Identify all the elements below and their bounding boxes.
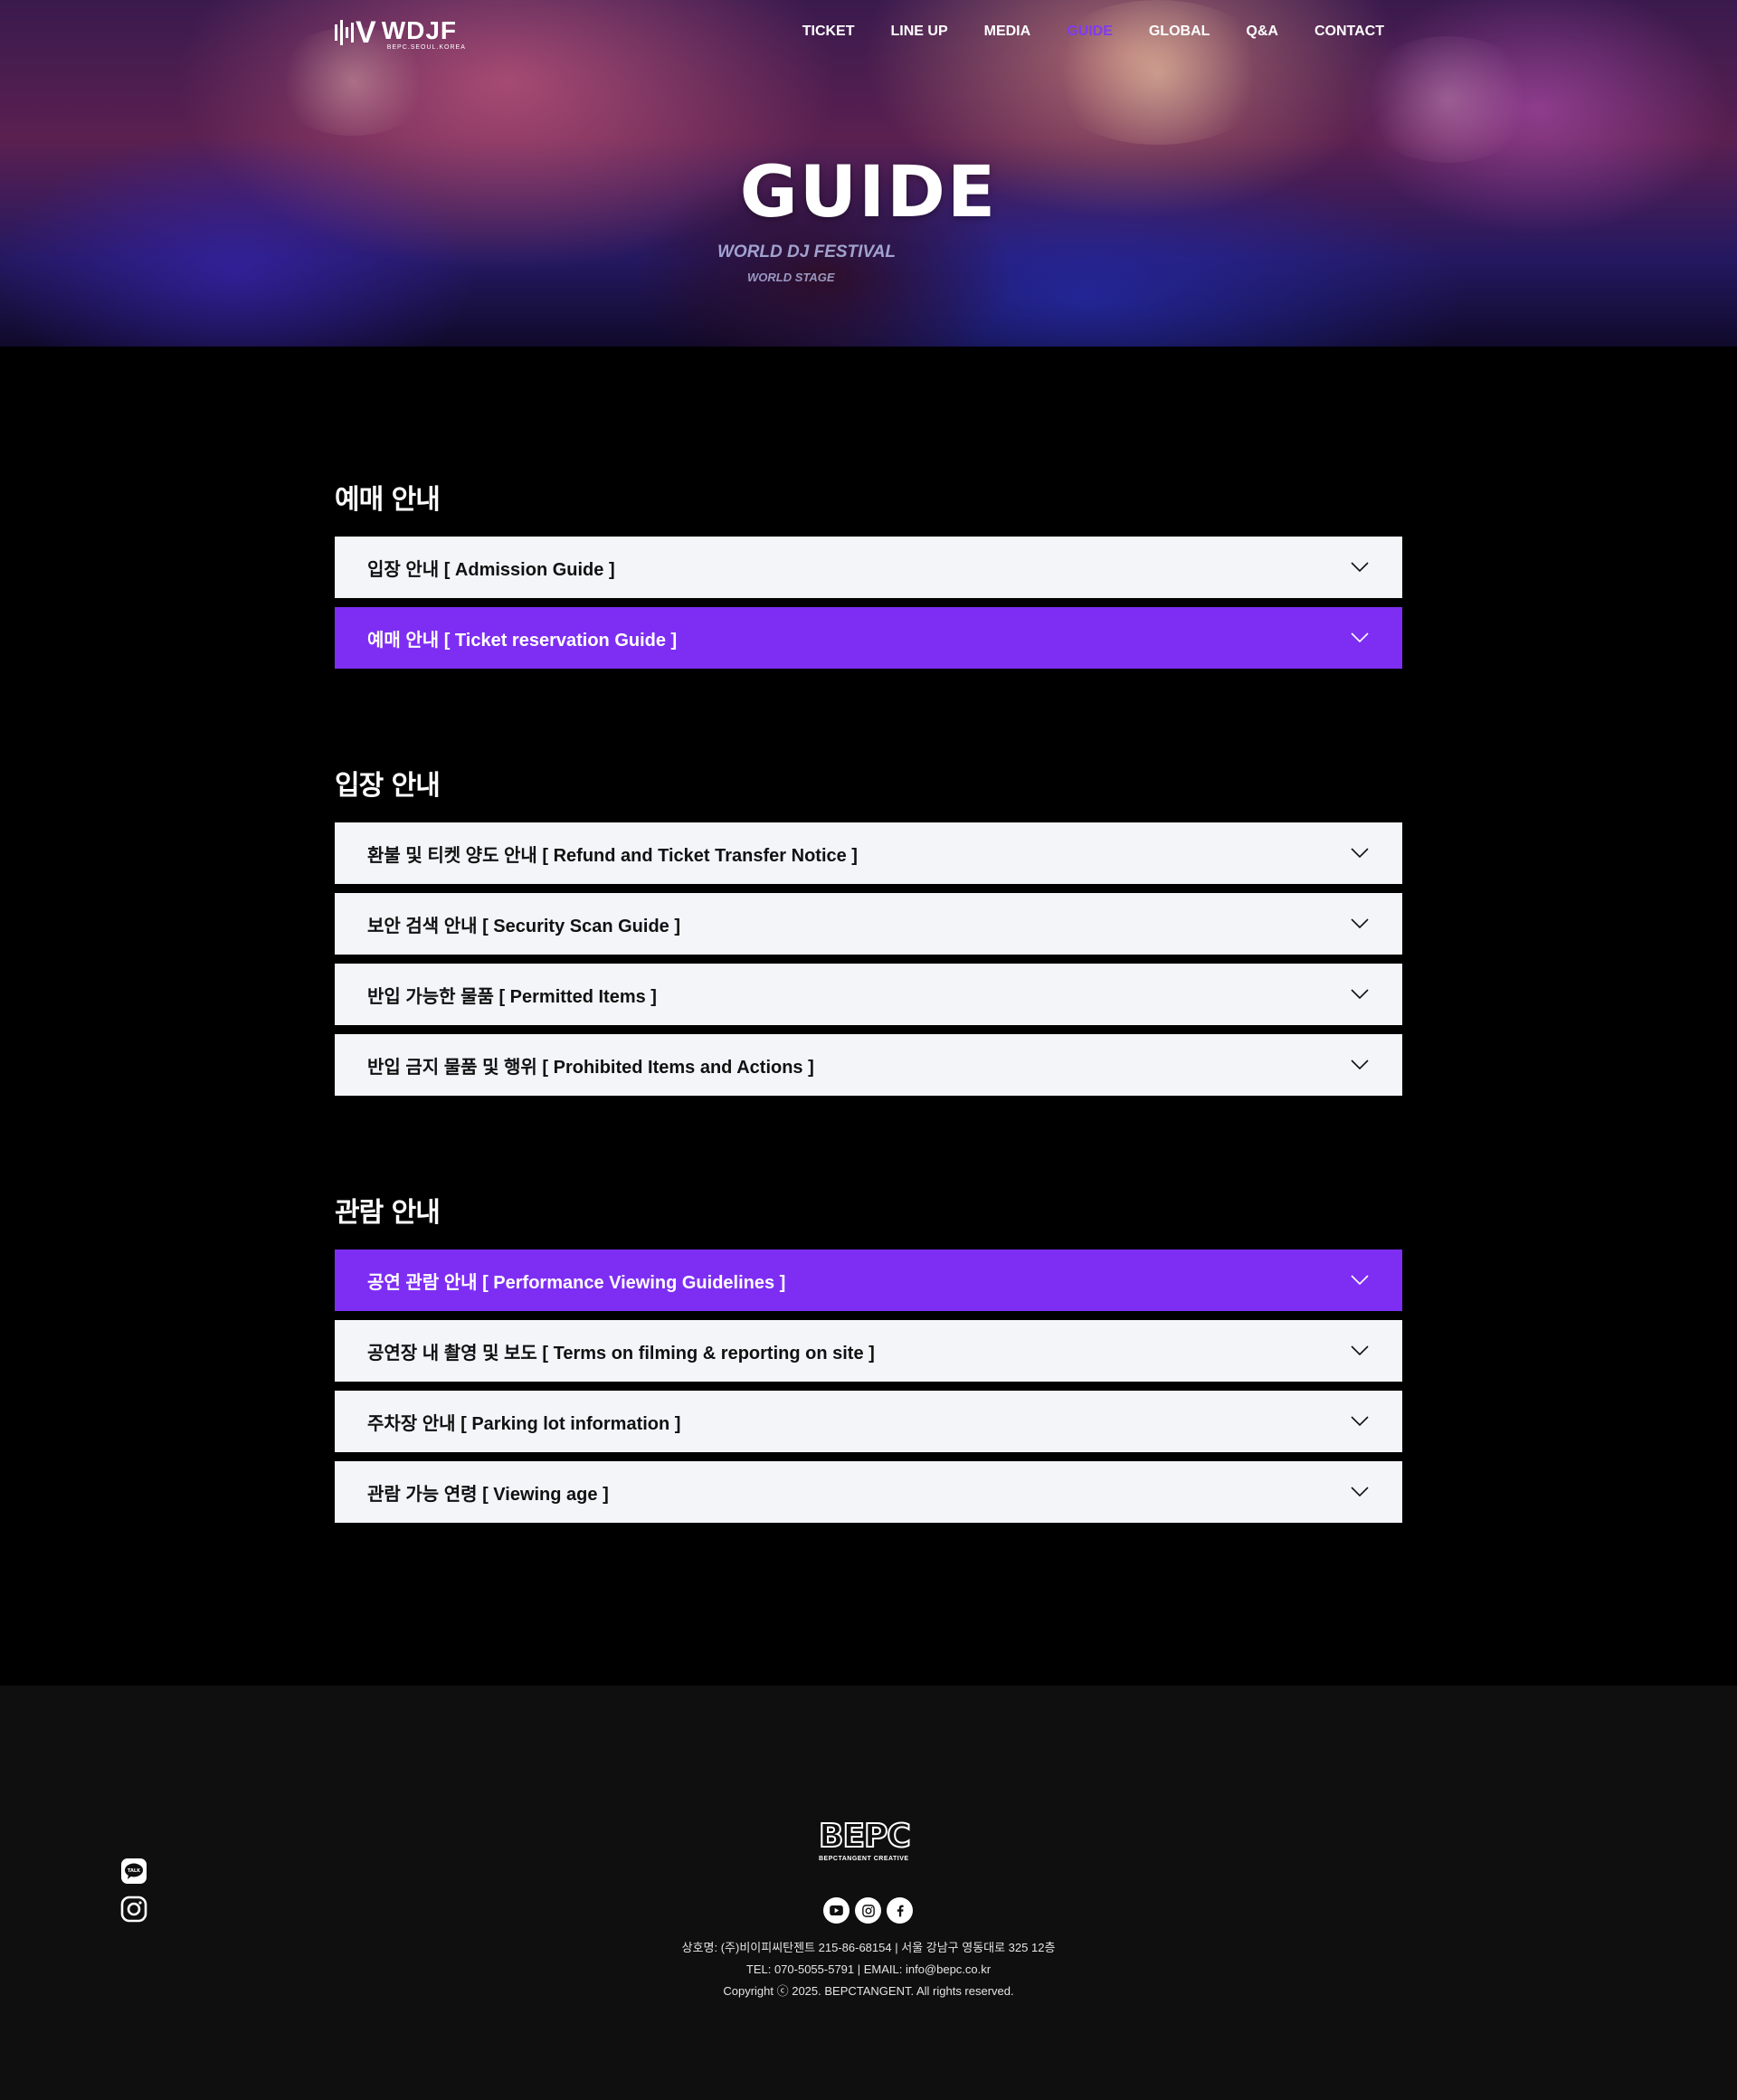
instagram-icon[interactable] xyxy=(855,1897,881,1924)
chevron-down-icon xyxy=(1351,1275,1369,1286)
section-admission: 입장 안내 환불 및 티켓 양도 안내 [ Refund and Ticket … xyxy=(335,768,1402,1096)
section-ticketing: 예매 안내 입장 안내 [ Admission Guide ] 예매 안내 [ … xyxy=(335,482,1402,669)
accordion-item[interactable]: 공연장 내 촬영 및 보도 [ Terms on filming & repor… xyxy=(335,1320,1402,1382)
accordion-item[interactable]: 주차장 안내 [ Parking lot information ] xyxy=(335,1391,1402,1452)
chevron-down-icon xyxy=(1351,918,1369,929)
accordion-item[interactable]: 반입 가능한 물품 [ Permitted Items ] xyxy=(335,964,1402,1025)
accordion-item[interactable]: 반입 금지 물품 및 행위 [ Prohibited Items and Act… xyxy=(335,1034,1402,1096)
chevron-down-icon xyxy=(1351,1416,1369,1427)
logo-name: WDJF xyxy=(381,16,458,44)
youtube-icon[interactable] xyxy=(823,1897,850,1924)
logo-bars-icon xyxy=(335,18,354,47)
chevron-down-icon xyxy=(1351,632,1369,643)
accordion-label: 환불 및 티켓 양도 안내 [ Refund and Ticket Transf… xyxy=(367,845,858,866)
chevron-down-icon xyxy=(1351,848,1369,859)
copyright: Copyright ⓒ 2025. BEPCTANGENT. All right… xyxy=(723,1984,1014,1998)
contact-info: TEL: 070-5055-5791 | EMAIL: info@bepc.co… xyxy=(745,1962,992,1976)
accordion-label: 관람 가능 연령 [ Viewing age ] xyxy=(367,1484,609,1505)
instagram-icon[interactable] xyxy=(120,1896,147,1923)
kakao-talk-label: TALK xyxy=(128,1868,141,1874)
nav-ticket[interactable]: TICKET xyxy=(802,24,855,40)
nav-guide[interactable]: GUIDE xyxy=(1067,24,1113,40)
accordion-label: 공연장 내 촬영 및 보도 [ Terms on filming & repor… xyxy=(367,1343,875,1364)
firework-image xyxy=(1040,0,1276,145)
nav-lineup[interactable]: LINE UP xyxy=(891,24,948,40)
accordion-item[interactable]: 예매 안내 [ Ticket reservation Guide ] xyxy=(335,607,1402,669)
bepc-logo-mark: BEPC xyxy=(818,1818,912,1855)
section-title: 관람 안내 xyxy=(335,1197,441,1229)
hero-stage-sign: WORLD DJ FESTIVAL xyxy=(717,242,897,261)
page-title: GUIDE xyxy=(739,152,998,233)
accordion-item[interactable]: 입장 안내 [ Admission Guide ] xyxy=(335,537,1402,598)
nav-contact[interactable]: CONTACT xyxy=(1315,24,1384,40)
accordion-label: 보안 검색 안내 [ Security Scan Guide ] xyxy=(367,916,681,936)
chevron-down-icon xyxy=(1351,1487,1369,1497)
bepc-logo[interactable]: BEPC BEPCTANGENT CREATIVE xyxy=(818,1818,918,1863)
logo-v-mark: V xyxy=(356,15,376,50)
section-title: 예매 안내 xyxy=(335,484,441,516)
nav-media[interactable]: MEDIA xyxy=(984,24,1031,40)
facebook-icon[interactable] xyxy=(887,1897,913,1924)
chevron-down-icon xyxy=(1351,1345,1369,1356)
nav-global[interactable]: GLOBAL xyxy=(1149,24,1210,40)
chevron-down-icon xyxy=(1351,989,1369,1000)
social-links xyxy=(823,1897,913,1924)
accordion-label: 반입 가능한 물품 [ Permitted Items ] xyxy=(367,986,657,1007)
accordion-item[interactable]: 보안 검색 안내 [ Security Scan Guide ] xyxy=(335,893,1402,955)
bepc-logo-tagline: BEPCTANGENT CREATIVE xyxy=(819,1856,909,1862)
chevron-down-icon xyxy=(1351,1060,1369,1070)
hero-banner: V WDJF BEPC.SEOUL.KOREA TICKET LINE UP M… xyxy=(0,0,1737,347)
accordion-label: 공연 관람 안내 [ Performance Viewing Guideline… xyxy=(367,1272,786,1293)
accordion-item[interactable]: 관람 가능 연령 [ Viewing age ] xyxy=(335,1461,1402,1523)
section-title: 입장 안내 xyxy=(335,770,441,802)
section-viewing: 관람 안내 공연 관람 안내 [ Performance Viewing Gui… xyxy=(335,1195,1402,1523)
footer-info: 상호명: (주)비이피씨탄젠트 215-86-68154 | 서울 강남구 영동… xyxy=(0,1937,1737,2002)
wdjf-logo[interactable]: V WDJF BEPC.SEOUL.KOREA xyxy=(335,15,466,51)
kakaotalk-icon[interactable]: TALK xyxy=(120,1858,147,1885)
nav-qna[interactable]: Q&A xyxy=(1246,24,1278,40)
guide-content: 예매 안내 입장 안내 [ Admission Guide ] 예매 안내 [ … xyxy=(0,347,1737,1686)
accordion-item[interactable]: 공연 관람 안내 [ Performance Viewing Guideline… xyxy=(335,1250,1402,1311)
firework-image xyxy=(1357,36,1538,163)
accordion-label: 예매 안내 [ Ticket reservation Guide ] xyxy=(367,630,678,651)
chevron-down-icon xyxy=(1351,562,1369,573)
company-info: 상호명: (주)비이피씨탄젠트 215-86-68154 | 서울 강남구 영동… xyxy=(681,1941,1056,1954)
site-footer: TALK BEPC BEPCTANGENT CREATIVE 상호명: (주)비… xyxy=(0,1686,1737,2100)
accordion-label: 주차장 안내 [ Parking lot information ] xyxy=(367,1413,681,1434)
accordion-label: 반입 금지 물품 및 행위 [ Prohibited Items and Act… xyxy=(367,1057,814,1078)
logo-tagline: BEPC.SEOUL.KOREA xyxy=(386,44,466,51)
accordion-label: 입장 안내 [ Admission Guide ] xyxy=(367,559,615,580)
main-nav: TICKET LINE UP MEDIA GUIDE GLOBAL Q&A CO… xyxy=(802,24,1384,40)
accordion-item[interactable]: 환불 및 티켓 양도 안내 [ Refund and Ticket Transf… xyxy=(335,822,1402,884)
floating-side-links: TALK xyxy=(120,1858,147,1923)
hero-stage-sign-sub: WORLD STAGE xyxy=(747,271,835,284)
